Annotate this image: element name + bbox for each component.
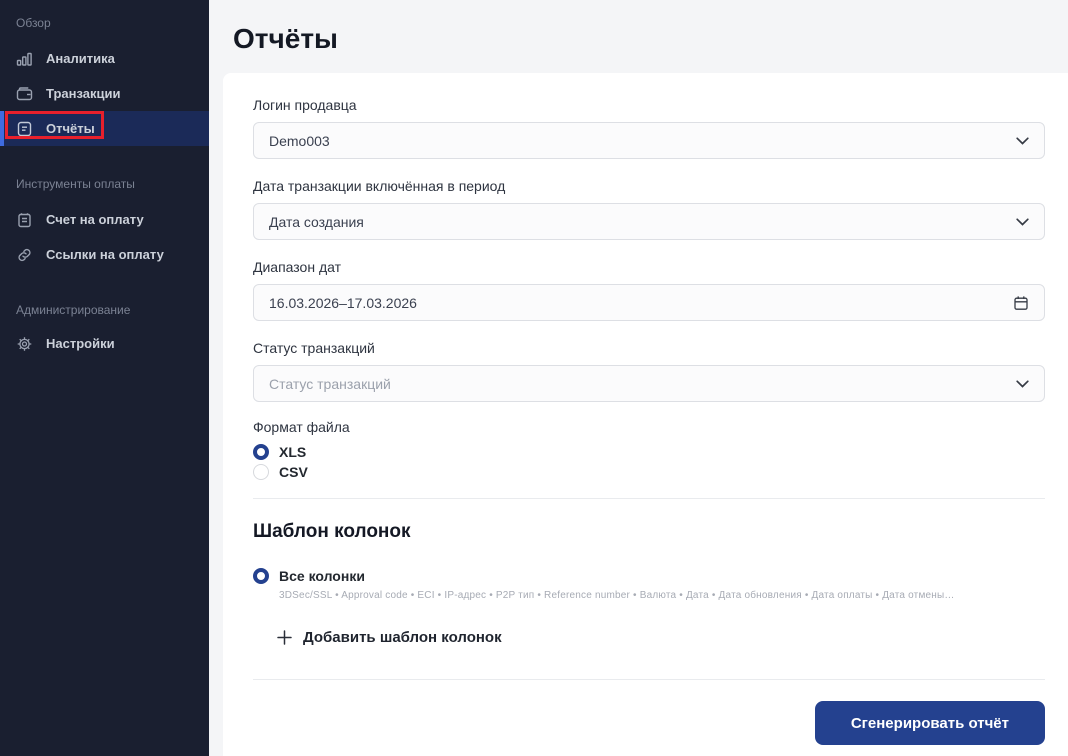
add-columns-template-button[interactable]: Добавить шаблон колонок xyxy=(277,629,502,646)
file-format-option-csv[interactable]: CSV xyxy=(253,462,1045,482)
radio-selected-icon[interactable] xyxy=(253,568,269,584)
date-range-input[interactable]: 16.03.2026–17.03.2026 xyxy=(253,284,1045,321)
sidebar-item-payment-links[interactable]: Ссылки на оплату xyxy=(0,237,209,272)
merchant-login-select[interactable]: Demo003 xyxy=(253,122,1045,159)
plus-icon xyxy=(277,630,292,645)
radio-unselected-icon[interactable] xyxy=(253,464,269,480)
invoice-icon xyxy=(16,212,33,228)
chevron-down-icon xyxy=(1016,218,1029,226)
sidebar-item-label: Отчёты xyxy=(46,121,95,136)
report-icon xyxy=(16,121,33,137)
sidebar-item-analytics[interactable]: Аналитика xyxy=(0,41,209,76)
bar-chart-icon xyxy=(16,51,33,67)
file-format-label: Формат файла xyxy=(253,420,1045,434)
all-columns-option[interactable]: Все колонки xyxy=(253,566,1045,586)
footer-actions: Сгенерировать отчёт xyxy=(253,701,1045,745)
radio-label: CSV xyxy=(279,464,308,480)
columns-preview-text: 3DSec/SSL • Approval code • ECI • IP-адр… xyxy=(279,590,1045,602)
report-form-card: Логин продавца Demo003 Дата транзакции в… xyxy=(223,73,1068,756)
transaction-status-label: Статус транзакций xyxy=(253,341,1045,355)
sidebar-section-payment-tools: Инструменты оплаты xyxy=(0,177,209,191)
radio-selected-icon[interactable] xyxy=(253,444,269,460)
columns-template-heading: Шаблон колонок xyxy=(253,520,1045,543)
field-merchant-login: Логин продавца Demo003 xyxy=(253,98,1045,159)
sidebar-item-label: Аналитика xyxy=(46,51,115,66)
sidebar-item-settings[interactable]: Настройки xyxy=(0,326,209,361)
wallet-icon xyxy=(16,86,33,102)
gear-icon xyxy=(16,336,33,352)
chevron-down-icon xyxy=(1016,380,1029,388)
sidebar-item-label: Счет на оплату xyxy=(46,212,144,227)
all-columns-label: Все колонки xyxy=(279,568,365,584)
field-date-range: Диапазон дат 16.03.2026–17.03.2026 xyxy=(253,260,1045,321)
period-date-type-select[interactable]: Дата создания xyxy=(253,203,1045,240)
file-format-option-xls[interactable]: XLS xyxy=(253,442,1045,462)
calendar-icon xyxy=(1013,295,1029,311)
sidebar-section-overview: Обзор xyxy=(0,16,209,30)
sidebar-item-label: Транзакции xyxy=(46,86,120,101)
field-file-format: Формат файла XLS CSV xyxy=(253,420,1045,482)
sidebar: Обзор Аналитика Транзакции xyxy=(0,0,209,756)
date-range-value: 16.03.2026–17.03.2026 xyxy=(269,295,1013,311)
period-date-type-label: Дата транзакции включённая в период xyxy=(253,179,1045,193)
date-range-label: Диапазон дат xyxy=(253,260,1045,274)
page-title: Отчёты xyxy=(233,22,338,56)
add-columns-template-label: Добавить шаблон колонок xyxy=(303,629,502,646)
sidebar-item-transactions[interactable]: Транзакции xyxy=(0,76,209,111)
field-period-date-type: Дата транзакции включённая в период Дата… xyxy=(253,179,1045,240)
sidebar-item-label: Настройки xyxy=(46,336,115,351)
chevron-down-icon xyxy=(1016,137,1029,145)
field-transaction-status: Статус транзакций Статус транзакций xyxy=(253,341,1045,402)
link-icon xyxy=(16,247,33,263)
sidebar-item-label: Ссылки на оплату xyxy=(46,247,164,262)
merchant-login-label: Логин продавца xyxy=(253,98,1045,112)
radio-label: XLS xyxy=(279,444,306,460)
section-divider xyxy=(253,498,1045,499)
footer-divider xyxy=(253,679,1045,680)
generate-report-button[interactable]: Сгенерировать отчёт xyxy=(815,701,1045,745)
sidebar-section-administration: Администрирование xyxy=(0,303,209,317)
sidebar-item-invoice[interactable]: Счет на оплату xyxy=(0,202,209,237)
transaction-status-placeholder: Статус транзакций xyxy=(269,376,1016,392)
merchant-login-value: Demo003 xyxy=(269,133,1016,149)
transaction-status-select[interactable]: Статус транзакций xyxy=(253,365,1045,402)
period-date-type-value: Дата создания xyxy=(269,214,1016,230)
sidebar-item-reports[interactable]: Отчёты xyxy=(0,111,209,146)
